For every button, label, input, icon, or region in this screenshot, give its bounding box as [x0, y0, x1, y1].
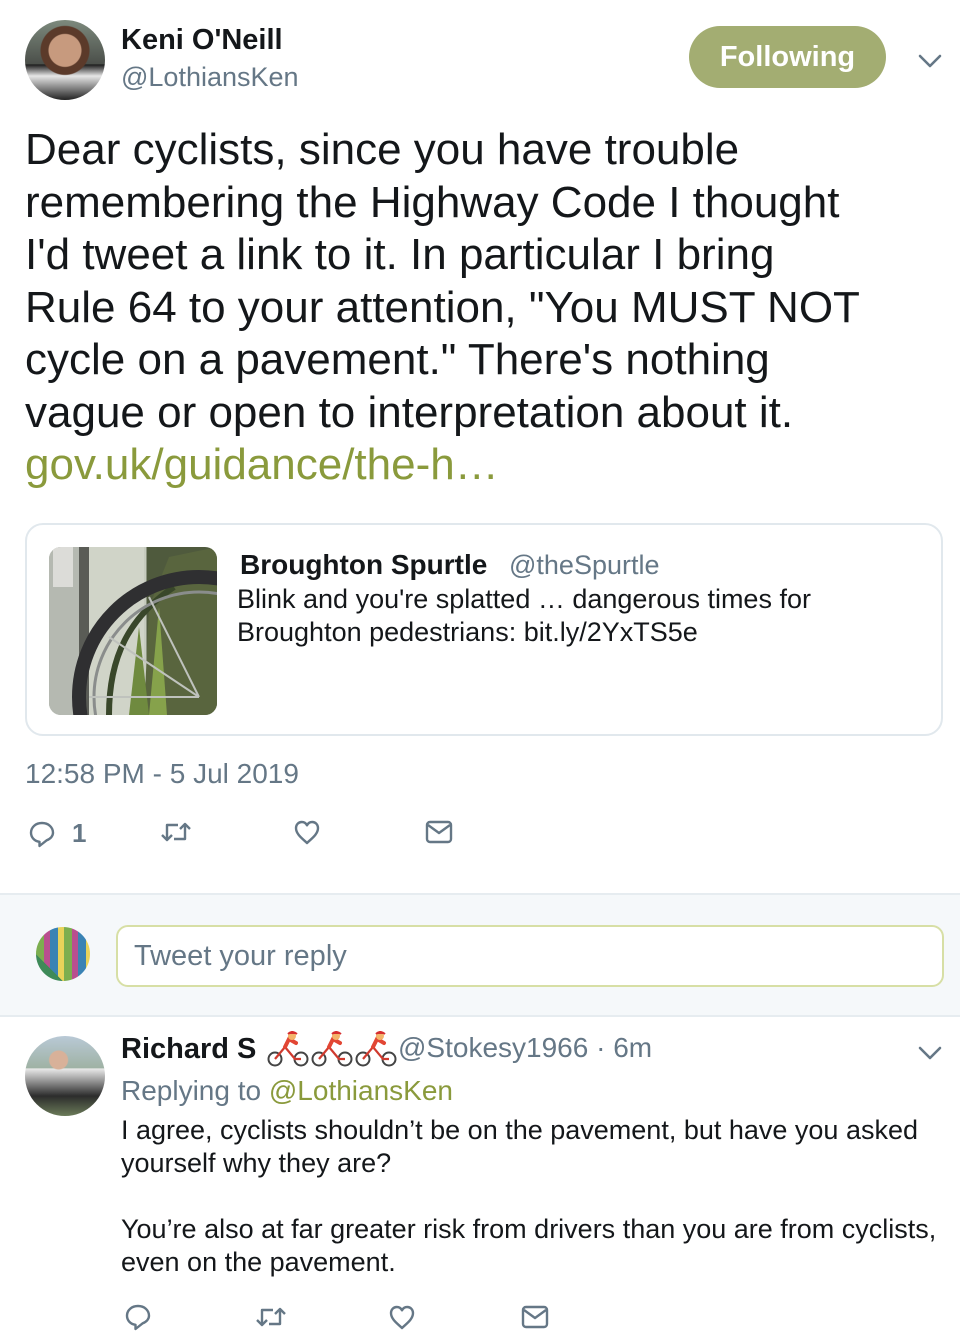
author-name[interactable]: Keni O'Neill [121, 24, 283, 57]
tweet-text-line: cycle on a pavement." There's nothing [25, 335, 770, 384]
reply-button[interactable]: 1 [28, 818, 86, 849]
reply-tweet-direct-message-button[interactable] [521, 1305, 549, 1329]
retweet-icon [256, 1307, 286, 1327]
tweet-text-line: vague or open to interpretation about it… [25, 387, 794, 437]
tweet-text-line: I'd tweet a link to it. In particular I … [25, 230, 775, 279]
replying-to-label: Replying to [121, 1075, 262, 1106]
reply-tweet-text: I agree, cyclists shouldn’t be on the pa… [121, 1114, 941, 1312]
reply-paragraph: You’re also at far greater risk from dri… [121, 1214, 937, 1277]
quoted-author-handle: @theSpurtle [509, 550, 660, 580]
reply-tweet-like-button[interactable] [388, 1304, 416, 1330]
direct-message-button[interactable] [425, 820, 453, 844]
cyclist-emoji [355, 1031, 397, 1067]
tweet-link[interactable]: gov.uk/guidance/the-h… [25, 439, 945, 492]
direct-message-icon [521, 1305, 549, 1329]
cyclist-emoji [311, 1031, 353, 1067]
like-button[interactable] [293, 819, 321, 845]
reply-author-handle-and-time[interactable]: @Stokesy1966 · 6m [398, 1032, 652, 1064]
reply-count: 1 [72, 818, 87, 848]
current-user-avatar [36, 927, 90, 981]
replying-to-handle[interactable]: @LothiansKen [269, 1075, 453, 1106]
reply-icon [29, 821, 55, 847]
reply-input[interactable] [116, 925, 944, 987]
chevron-down-icon[interactable] [917, 1040, 943, 1066]
tweet-text-line: Dear cyclists, since you have trouble [25, 125, 740, 174]
tweet-text-line: remembering the Highway Code I thought [25, 177, 840, 227]
direct-message-icon [425, 820, 453, 844]
reply-paragraph: I agree, cyclists shouldn’t be on the pa… [121, 1115, 918, 1178]
quoted-tweet-card[interactable]: Broughton Spurtle @theSpurtle Blink and … [25, 523, 943, 736]
retweet-button[interactable] [160, 819, 192, 845]
author-handle[interactable]: @LothiansKen [121, 62, 299, 93]
author-avatar[interactable] [25, 20, 105, 100]
replying-to-line: Replying to @LothiansKen [121, 1075, 453, 1107]
quoted-tweet-image [49, 547, 217, 715]
following-button[interactable]: Following [689, 26, 886, 88]
tweet-text-line: Rule 64 to your attention, "You MUST NOT [25, 282, 860, 332]
like-icon [389, 1305, 415, 1330]
retweet-icon [161, 822, 191, 842]
reply-tweet-retweet-button[interactable] [255, 1304, 287, 1330]
tweet-text: Dear cyclists, since you have trouble re… [25, 124, 945, 492]
quoted-author-name: Broughton Spurtle [240, 549, 488, 580]
quoted-tweet-text: Blink and you're splatted … dangerous ti… [237, 584, 811, 647]
like-icon [294, 820, 320, 845]
reply-icon [125, 1304, 151, 1331]
cyclist-emoji-group [266, 1031, 398, 1067]
reply-author-name[interactable]: Richard S [121, 1033, 256, 1066]
tweet-timestamp[interactable]: 12:58 PM - 5 Jul 2019 [25, 758, 299, 790]
reply-author-avatar[interactable] [25, 1036, 105, 1116]
reply-tweet-reply-button[interactable] [124, 1303, 152, 1331]
chevron-down-icon[interactable] [917, 48, 943, 74]
cyclist-emoji [267, 1031, 309, 1067]
